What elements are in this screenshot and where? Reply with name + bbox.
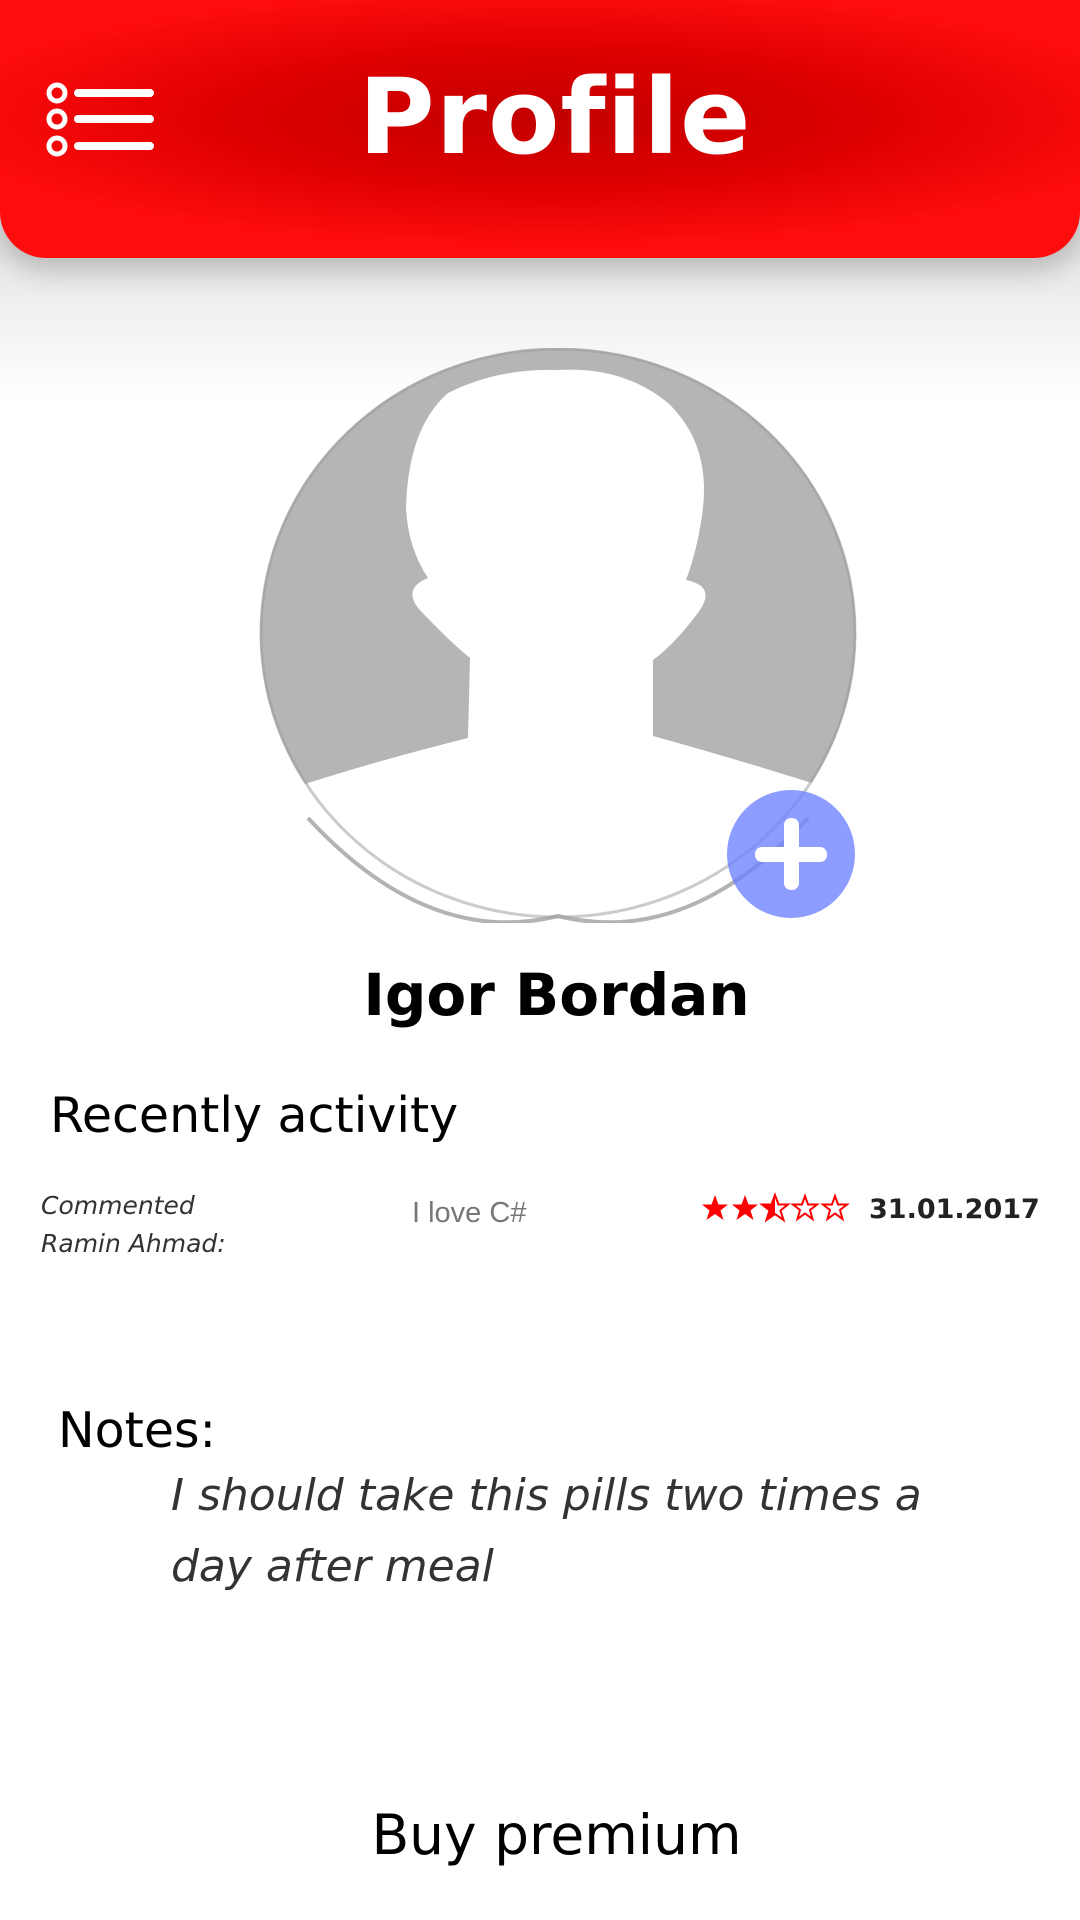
profile-screen: Profile Igor Bordan Recently activity Co… — [0, 0, 1080, 1920]
app-header: Profile — [0, 0, 1080, 258]
activity-action: Commented Ramin Ahmad: — [41, 1187, 226, 1263]
recent-activity-heading: Recently activity — [50, 1087, 459, 1144]
activity-action-verb: Commented — [41, 1191, 195, 1220]
star-half-icon — [759, 1192, 791, 1223]
activity-comment: I love C# — [412, 1197, 527, 1229]
star-icon — [732, 1195, 758, 1220]
notes-text[interactable]: I should take this pills two times a day… — [171, 1460, 1001, 1602]
star-rating — [700, 1192, 855, 1226]
star-icon — [702, 1195, 728, 1220]
activity-action-target: Ramin Ahmad: — [41, 1229, 226, 1258]
notes-heading: Notes: — [58, 1402, 217, 1459]
activity-date: 31.01.2017 — [869, 1194, 1040, 1225]
plus-icon — [755, 818, 827, 890]
page-title: Profile — [358, 56, 752, 178]
buy-premium-button[interactable]: Buy premium — [0, 1800, 1080, 1870]
add-photo-button[interactable] — [727, 790, 855, 918]
star-empty-icon — [820, 1192, 850, 1222]
user-name: Igor Bordan — [363, 961, 750, 1029]
star-empty-icon — [790, 1192, 820, 1222]
